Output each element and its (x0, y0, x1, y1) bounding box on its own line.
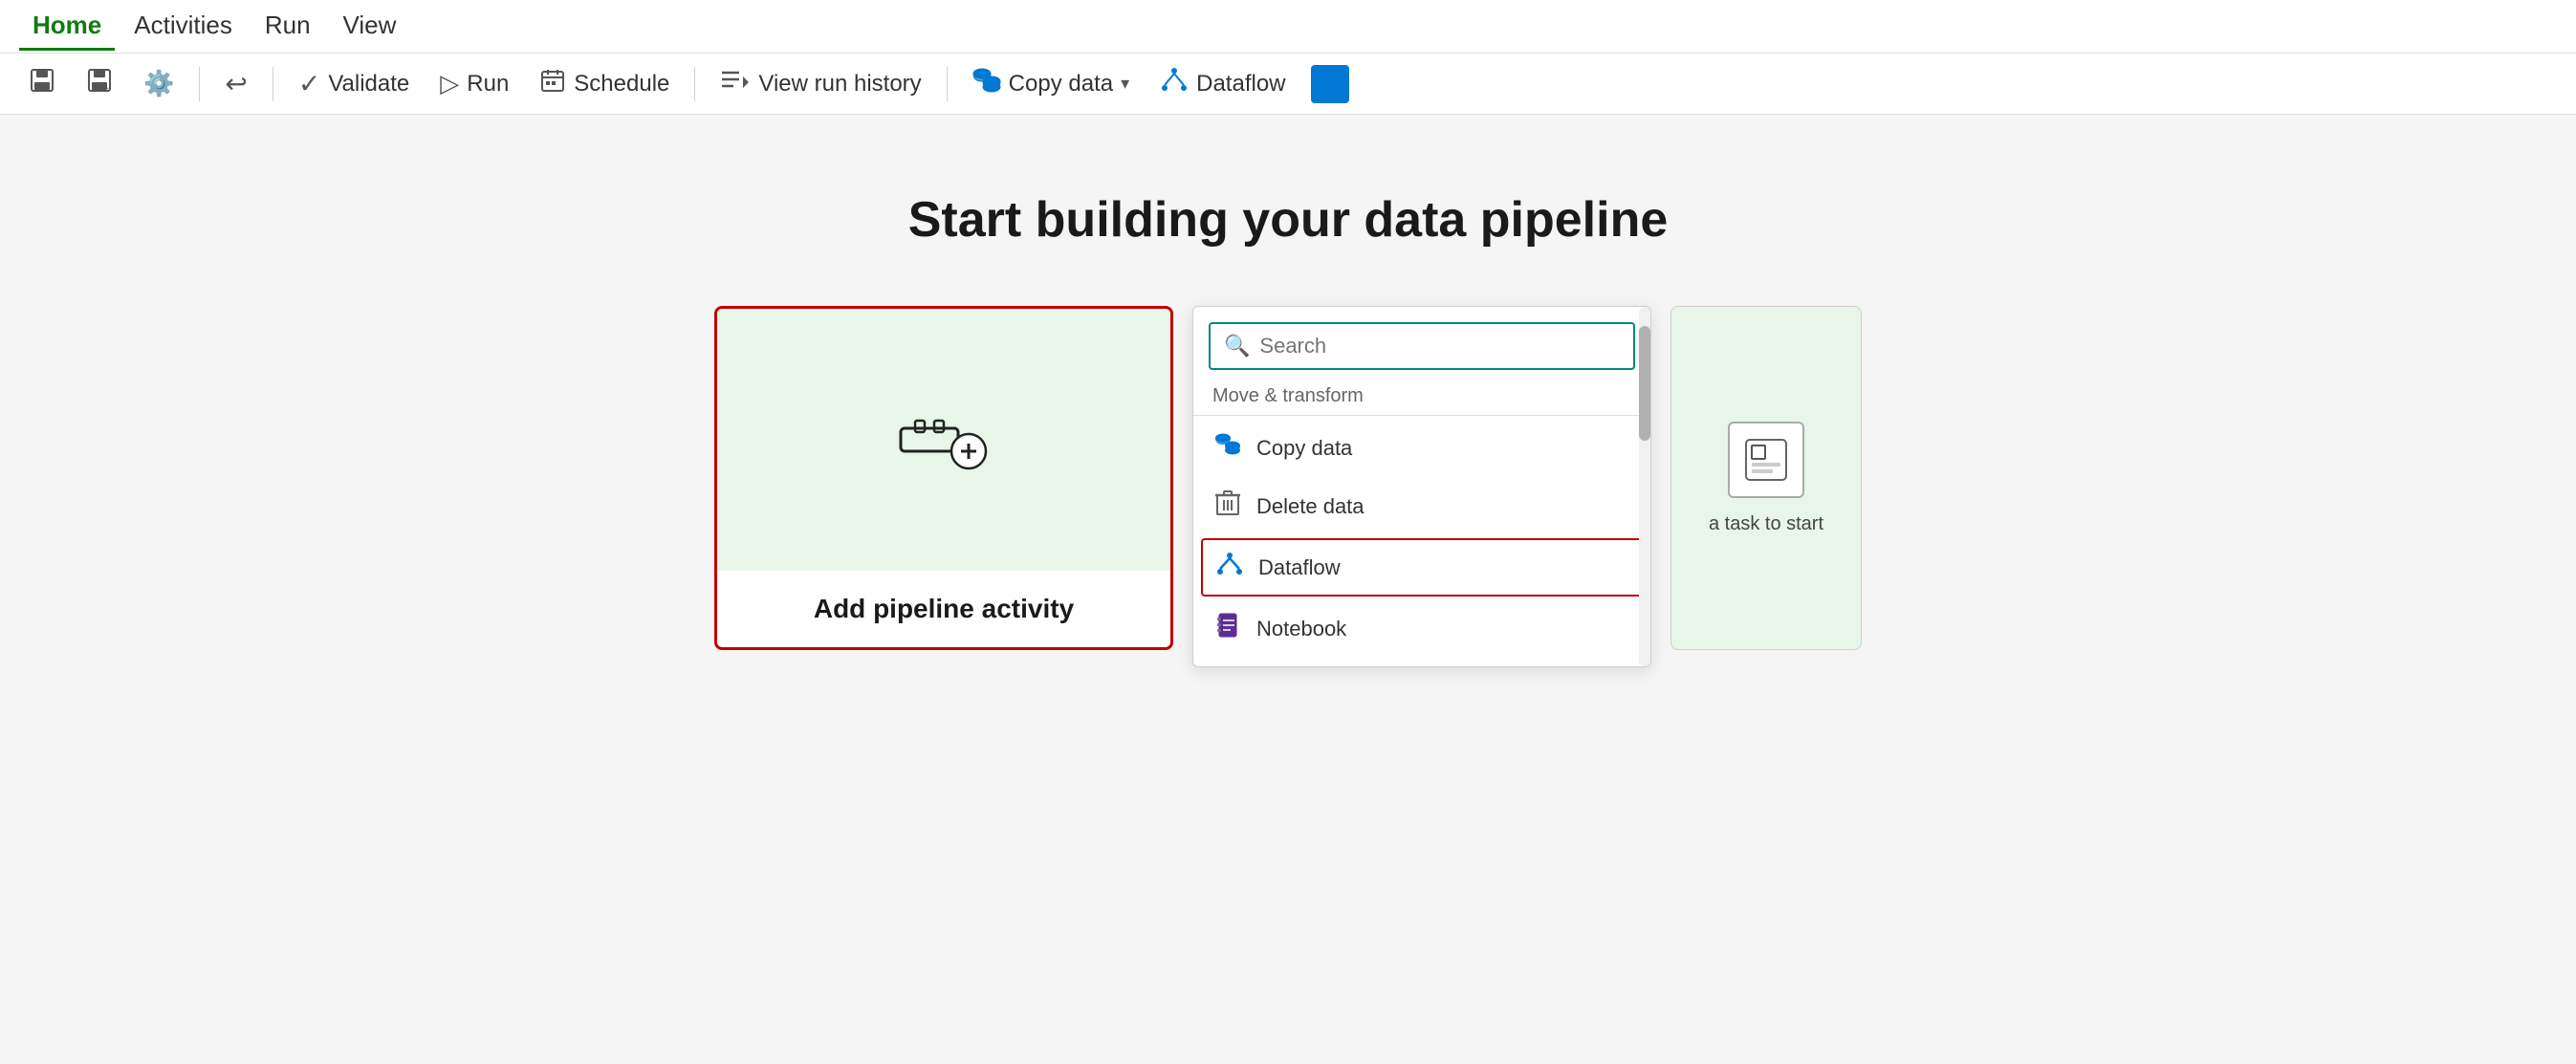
scrollbar-track (1639, 307, 1650, 666)
copy-data-dropdown-icon[interactable]: ▾ (1121, 74, 1129, 94)
run-icon: ▷ (440, 69, 459, 98)
page-title: Start building your data pipeline (908, 191, 1669, 249)
svg-text:+: + (103, 84, 109, 94)
checkmark-icon: ✓ (298, 68, 320, 99)
validate-button[interactable]: ✓ Validate (285, 60, 423, 107)
right-panel-card[interactable]: a task to start (1670, 306, 1862, 650)
dropdown-item-notebook[interactable]: Notebook (1193, 598, 1650, 659)
undo-button[interactable]: ↩ (211, 60, 260, 107)
copy-data-label: Copy data (1009, 71, 1113, 98)
add-pipeline-activity-card[interactable]: Add pipeline activity (714, 306, 1173, 650)
pipeline-add-icon (896, 402, 992, 478)
save-as-button[interactable]: + (73, 59, 126, 108)
run-button[interactable]: ▷ Run (426, 61, 522, 106)
cards-row: Add pipeline activity 🔍 Move & transform (714, 306, 1862, 667)
dataflow-label: Dataflow (1196, 71, 1285, 98)
activity-card-top (717, 309, 1170, 571)
search-box[interactable]: 🔍 (1209, 322, 1635, 370)
settings-button[interactable]: ⚙️ (130, 61, 187, 106)
delete-data-item-label: Delete data (1256, 494, 1364, 519)
dataflow-item-label: Dataflow (1258, 555, 1341, 580)
gear-icon: ⚙️ (143, 69, 174, 98)
notebook-icon (1212, 612, 1243, 645)
view-run-history-icon (720, 67, 751, 100)
schedule-icon (539, 67, 566, 100)
menu-bar: Home Activities Run View (0, 0, 2576, 54)
save-button[interactable] (15, 59, 69, 108)
search-input[interactable] (1259, 334, 1620, 358)
main-content: Start building your data pipeline Add pi… (0, 115, 2576, 1064)
run-label: Run (467, 71, 509, 98)
schedule-label: Schedule (574, 71, 669, 98)
copy-data-icon (972, 68, 1001, 99)
view-run-history-button[interactable]: View run history (707, 59, 934, 108)
schedule-button[interactable]: Schedule (526, 59, 683, 108)
undo-icon: ↩ (225, 68, 247, 99)
validate-label: Validate (328, 71, 409, 98)
move-transform-section: Move & transform (1193, 381, 1650, 416)
scrollbar-thumb[interactable] (1639, 326, 1650, 441)
separator-4 (947, 67, 948, 101)
copy-data-button[interactable]: Copy data ▾ (959, 60, 1143, 107)
separator-3 (694, 67, 695, 101)
dropdown-item-dataflow[interactable]: Dataflow (1201, 538, 1643, 597)
dataflow-item-icon (1214, 552, 1245, 583)
delete-data-icon (1212, 489, 1243, 523)
right-card-icon (1728, 422, 1804, 498)
menu-item-activities[interactable]: Activities (120, 3, 246, 51)
view-run-history-label: View run history (758, 71, 921, 98)
menu-item-home[interactable]: Home (19, 3, 115, 51)
save-as-icon: + (86, 67, 113, 100)
menu-item-view[interactable]: View (330, 3, 410, 51)
add-pipeline-activity-label: Add pipeline activity (798, 571, 1089, 647)
dataflow-button[interactable]: Dataflow (1146, 59, 1299, 108)
right-card-text: a task to start (1699, 513, 1833, 535)
extra-button[interactable] (1311, 65, 1349, 103)
dataflow-icon (1160, 67, 1189, 100)
dropdown-item-copy-data[interactable]: Copy data (1193, 420, 1650, 476)
copy-data-item-icon (1212, 433, 1243, 463)
notebook-item-label: Notebook (1256, 617, 1346, 641)
dropdown-panel: 🔍 Move & transform Copy data (1192, 306, 1651, 667)
menu-item-run[interactable]: Run (251, 3, 324, 51)
separator-1 (199, 67, 200, 101)
dropdown-item-delete-data[interactable]: Delete data (1193, 476, 1650, 536)
save-icon (29, 67, 55, 100)
copy-data-item-label: Copy data (1256, 436, 1352, 461)
search-icon: 🔍 (1224, 334, 1250, 358)
toolbar: + ⚙️ ↩ ✓ Validate ▷ Run (0, 54, 2576, 115)
